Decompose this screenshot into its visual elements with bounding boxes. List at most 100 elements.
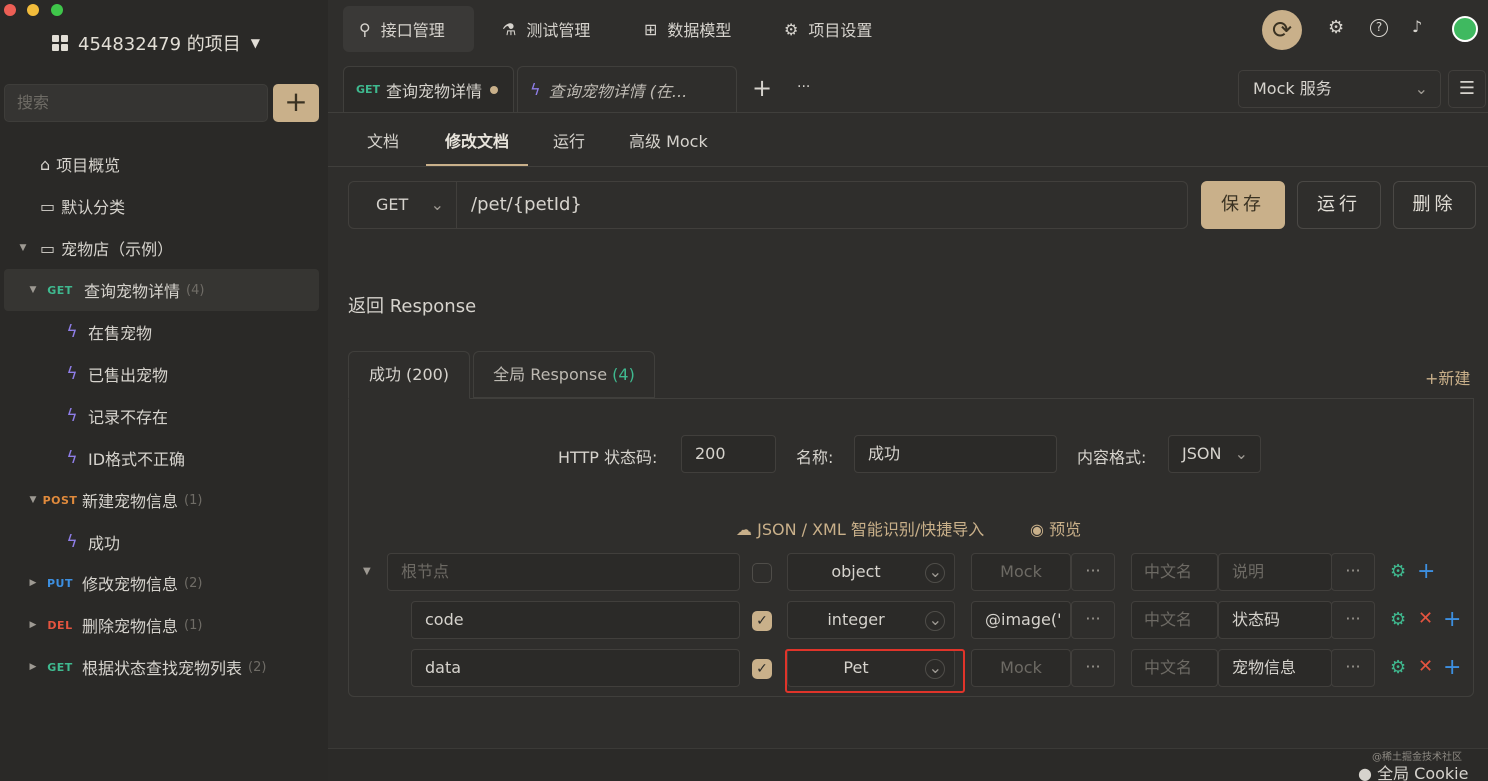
mock-service-select[interactable]: Mock 服务 ⌄ xyxy=(1238,70,1441,108)
chevron-down-icon: ⌄ xyxy=(1234,444,1248,463)
tab-api-management[interactable]: ⚲ 接口管理 xyxy=(343,6,474,52)
sidebar-item-find-by-status[interactable]: ▶ GET 根据状态查找宠物列表 (2) xyxy=(0,646,328,688)
menu-icon[interactable]: ☰ xyxy=(1448,70,1486,108)
mock-input[interactable]: Mock xyxy=(971,649,1071,687)
sync-icon[interactable]: ⟳ xyxy=(1262,10,1302,50)
caret-right-icon[interactable]: ▶ xyxy=(26,662,40,672)
desc-more-button[interactable]: ··· xyxy=(1331,649,1375,687)
json-import-link[interactable]: ☁ JSON / XML 智能识别/快捷导入 xyxy=(736,516,984,540)
tab-global-response[interactable]: 全局 Response (4) xyxy=(473,351,655,398)
sidebar-item-case[interactable]: ϟ 在售宠物 xyxy=(0,311,328,353)
sidebar-item-default-category[interactable]: ▭ 默认分类 xyxy=(0,185,328,227)
gear-icon[interactable]: ⚙ xyxy=(1390,609,1406,630)
delete-button[interactable]: 删除 xyxy=(1393,181,1476,229)
field-name-input[interactable]: data xyxy=(411,649,740,687)
mock-input[interactable]: Mock xyxy=(971,553,1071,591)
content-format-select[interactable]: JSON ⌄ xyxy=(1168,435,1261,473)
field-name-input[interactable]: code xyxy=(411,601,740,639)
minimize-window-button[interactable] xyxy=(27,4,39,16)
mock-more-button[interactable]: ··· xyxy=(1071,649,1115,687)
more-tabs-button[interactable]: ··· xyxy=(797,79,810,95)
search-input[interactable]: 搜索 xyxy=(4,84,268,122)
tab-test-management[interactable]: ⚗ 测试管理 xyxy=(486,6,606,52)
sidebar-item-put-pet[interactable]: ▶ PUT 修改宠物信息 (2) xyxy=(0,562,328,604)
mock-more-button[interactable]: ··· xyxy=(1071,553,1115,591)
sidebar-item-case[interactable]: ϟ 记录不存在 xyxy=(0,395,328,437)
bell-icon[interactable]: ♪ xyxy=(1412,17,1422,36)
required-checkbox[interactable] xyxy=(752,563,772,583)
add-tab-button[interactable]: + xyxy=(752,74,772,102)
caret-right-icon[interactable]: ▶ xyxy=(26,578,40,588)
subtab-docs[interactable]: 文档 xyxy=(367,122,399,166)
sidebar-item-get-pet-detail[interactable]: ▼ GET 查询宠物详情 (4) xyxy=(4,269,319,311)
sidebar-item-case[interactable]: ϟ ID格式不正确 xyxy=(0,437,328,479)
sidebar-item-post-pet[interactable]: ▼ POST 新建宠物信息 (1) xyxy=(0,479,328,521)
preview-link[interactable]: ◉ 预览 xyxy=(1030,516,1081,540)
description-input[interactable]: 宠物信息 xyxy=(1218,649,1332,687)
close-icon[interactable]: ✕ xyxy=(1418,656,1433,677)
close-window-button[interactable] xyxy=(4,4,16,16)
new-response-button[interactable]: +新建 xyxy=(1425,365,1470,389)
tab-project-settings[interactable]: ⚙ 项目设置 xyxy=(768,6,888,52)
type-value: object xyxy=(831,562,881,581)
project-switcher[interactable]: 454832479 的项目 ▼ xyxy=(52,30,260,56)
placeholder: 中文名 xyxy=(1144,610,1193,629)
tab-pet-case[interactable]: ϟ 查询宠物详情 (在... xyxy=(517,66,737,112)
caret-down-icon[interactable]: ▼ xyxy=(26,285,40,295)
sidebar-item-label: 查询宠物详情 xyxy=(84,282,181,301)
sidebar: 454832479 的项目 ▼ 搜索 + ⌂ 项目概览 ▭ 默认分类 ▼ ▭ 宠… xyxy=(0,0,328,781)
status-code-input[interactable]: 200 xyxy=(681,435,776,473)
add-child-icon[interactable]: + xyxy=(1417,559,1435,584)
tab-get-pet-detail[interactable]: GET 查询宠物详情 xyxy=(343,66,514,112)
save-button[interactable]: 保存 xyxy=(1201,181,1285,229)
chinese-name-input[interactable]: 中文名 xyxy=(1131,601,1218,639)
nullable-toggle[interactable] xyxy=(925,611,945,631)
highlight-box xyxy=(785,649,965,693)
divider xyxy=(328,166,1488,167)
gear-icon[interactable]: ⚙ xyxy=(1390,657,1406,678)
gear-icon[interactable]: ⚙ xyxy=(1328,17,1344,38)
required-checkbox[interactable]: ✓ xyxy=(752,659,772,679)
caret-down-icon[interactable]: ▼ xyxy=(16,243,30,253)
desc-more-button[interactable]: ··· xyxy=(1331,553,1375,591)
tab-response-success[interactable]: 成功 (200) xyxy=(348,351,470,399)
add-button[interactable]: + xyxy=(273,84,319,122)
maximize-window-button[interactable] xyxy=(51,4,63,16)
close-icon[interactable]: ✕ xyxy=(1418,608,1433,629)
sidebar-item-case[interactable]: ϟ 成功 xyxy=(0,521,328,563)
required-checkbox[interactable]: ✓ xyxy=(752,611,772,631)
add-sibling-icon[interactable]: + xyxy=(1443,655,1461,680)
run-button[interactable]: 运行 xyxy=(1297,181,1381,229)
avatar[interactable] xyxy=(1452,16,1478,42)
caret-down-icon[interactable]: ▼ xyxy=(363,566,371,577)
subtab-run[interactable]: 运行 xyxy=(553,122,585,166)
url-input[interactable]: /pet/{petId} xyxy=(471,182,582,228)
subtab-advanced-mock[interactable]: 高级 Mock xyxy=(629,122,708,166)
sidebar-item-delete-pet[interactable]: ▶ DEL 删除宠物信息 (1) xyxy=(0,604,328,646)
chinese-name-input[interactable]: 中文名 xyxy=(1131,553,1218,591)
item-count: (2) xyxy=(248,659,267,675)
add-sibling-icon[interactable]: + xyxy=(1443,607,1461,632)
sidebar-item-case[interactable]: ϟ 已售出宠物 xyxy=(0,353,328,395)
mock-input[interactable]: @image(' xyxy=(971,601,1071,639)
tab-data-model[interactable]: ⊞ 数据模型 xyxy=(628,6,747,52)
response-name-input[interactable]: 成功 xyxy=(854,435,1057,473)
description-input[interactable]: 状态码 xyxy=(1218,601,1332,639)
desc-more-button[interactable]: ··· xyxy=(1331,601,1375,639)
description-input[interactable]: 说明 xyxy=(1218,553,1332,591)
field-name-input[interactable]: 根节点 xyxy=(387,553,740,591)
help-icon[interactable]: ? xyxy=(1370,19,1388,37)
mock-more-button[interactable]: ··· xyxy=(1071,601,1115,639)
subtab-edit-docs[interactable]: 修改文档 xyxy=(426,122,528,166)
item-count: (2) xyxy=(184,575,203,591)
caret-down-icon[interactable]: ▼ xyxy=(26,495,40,505)
gear-icon[interactable]: ⚙ xyxy=(1390,561,1406,582)
nullable-toggle[interactable] xyxy=(925,563,945,583)
global-cookie-button[interactable]: ● 全局 Cookie xyxy=(1358,760,1468,781)
caret-right-icon[interactable]: ▶ xyxy=(26,620,40,630)
sidebar-item-petstore[interactable]: ▼ ▭ 宠物店（示例） xyxy=(0,227,328,269)
method-badge: POST xyxy=(42,493,78,507)
chinese-name-input[interactable]: 中文名 xyxy=(1131,649,1218,687)
sidebar-item-overview[interactable]: ⌂ 项目概览 xyxy=(0,143,328,185)
method-select[interactable]: GET ⌄ xyxy=(349,182,457,228)
